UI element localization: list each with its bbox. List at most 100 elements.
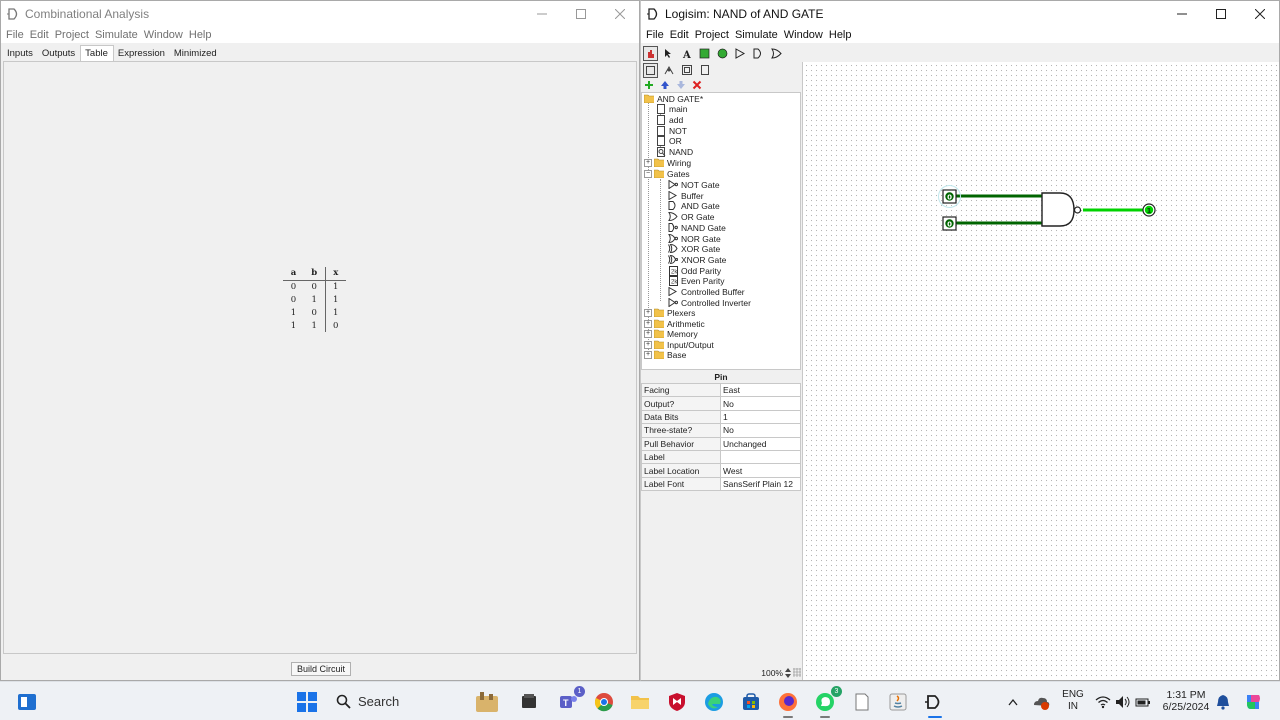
start-icon[interactable] [296,691,318,713]
attr-value[interactable]: Unchanged [720,436,801,451]
attr-value[interactable]: No [720,396,801,411]
volume-icon[interactable] [1114,691,1132,713]
input-language[interactable]: ENG IN [1058,689,1088,713]
search-bar[interactable]: Search [330,688,506,715]
tree-item-circuit[interactable]: add [656,114,683,125]
expand-icon[interactable]: + [644,351,652,359]
poke-tool-icon[interactable] [643,45,658,61]
tree-item-circuit[interactable]: main [656,103,687,114]
attr-value[interactable]: East [720,382,801,398]
tree-item-circuit[interactable]: OR [656,135,682,146]
tree-item-folder[interactable]: Base [654,349,686,360]
menu-edit[interactable]: Edit [668,29,693,41]
battery-icon[interactable] [1134,691,1152,713]
attr-value[interactable]: SansSerif Plain 12 [720,476,801,492]
simulation-tree-icon[interactable] [661,63,676,78]
nand-gate[interactable] [1041,192,1082,227]
expand-icon[interactable]: + [644,341,652,349]
menu-file[interactable]: File [4,29,28,41]
appearance-view-icon[interactable] [679,63,694,78]
build-circuit-button[interactable]: Build Circuit [291,662,351,676]
input-pin-a[interactable]: 0 [942,189,957,204]
firefox-icon[interactable] [777,691,799,718]
menu-window[interactable]: Window [782,29,827,41]
collapse-icon[interactable]: − [644,170,652,178]
close-button[interactable] [600,1,639,27]
menu-edit[interactable]: Edit [28,29,53,41]
maximize-button[interactable] [1201,1,1240,27]
tab-inputs[interactable]: Inputs [3,46,38,61]
attr-value[interactable] [720,449,801,465]
zoom-control[interactable]: 100% [755,666,801,679]
expand-icon[interactable]: + [644,309,652,317]
truth-cell[interactable]: 0 [324,319,346,332]
move-down-icon[interactable] [673,78,688,93]
show-hidden-icons[interactable] [1004,691,1022,713]
store-icon[interactable] [740,691,762,713]
teams-icon[interactable]: T1 [557,686,585,713]
text-tool-icon[interactable]: A [679,46,694,61]
add-circuit-icon[interactable] [641,78,656,93]
minimize-button[interactable] [522,1,561,27]
copilot-icon[interactable] [1242,691,1264,713]
truth-cell[interactable]: 1 [324,293,346,306]
menu-help[interactable]: Help [827,29,856,41]
menu-project[interactable]: Project [53,29,93,41]
tree-item-gate[interactable]: AND Gate [668,200,720,211]
grid-toggle-icon[interactable] [793,668,801,677]
truth-cell[interactable]: 1 [324,280,346,293]
menu-simulate[interactable]: Simulate [733,29,782,41]
tree-item-folder[interactable]: Plexers [654,307,695,318]
notepad-icon[interactable] [851,691,873,713]
edge-icon[interactable] [703,691,725,713]
delete-circuit-icon[interactable] [689,78,704,93]
tab-expression[interactable]: Expression [114,46,170,61]
maximize-button[interactable] [561,1,600,27]
move-up-icon[interactable] [657,78,672,93]
tree-item-gate[interactable]: XNOR Gate [668,254,726,265]
clock[interactable]: 1:31 PM 6/25/2024 [1160,689,1212,713]
chrome-icon[interactable] [593,691,615,713]
file-explorer-icon[interactable] [629,691,651,713]
whatsapp-icon[interactable]: 3 [814,686,842,718]
attr-value[interactable]: West [720,463,801,478]
tree-item-circuit[interactable]: NAND [656,146,693,157]
circuit-canvas[interactable]: 0 0 1 [802,62,1279,680]
output-pin[interactable]: 1 [1142,203,1156,217]
tree-item-gate[interactable]: 2k Even Parity [668,275,724,286]
wifi-icon[interactable] [1094,691,1112,713]
tree-item-wiring[interactable]: Wiring [654,157,691,168]
not-gate-tool-icon[interactable] [733,46,748,61]
title-bar[interactable]: Logisim: NAND of AND GATE [641,1,1279,27]
tree-item-gates[interactable]: Gates [654,168,690,179]
menu-simulate[interactable]: Simulate [93,29,142,41]
input-pin-icon[interactable] [697,46,712,61]
close-button[interactable] [1240,1,1279,27]
tree-item-gate[interactable]: OR Gate [668,211,715,222]
and-gate-tool-icon[interactable] [751,46,766,61]
menu-project[interactable]: Project [693,29,733,41]
attr-value[interactable]: 1 [720,409,801,425]
onedrive-icon[interactable] [1030,691,1052,713]
title-bar[interactable]: Combinational Analysis [1,1,639,27]
attr-value[interactable]: No [720,423,801,438]
tree-item-gate[interactable]: Controlled Buffer [668,286,745,297]
mcafee-icon[interactable] [666,691,688,713]
expand-icon[interactable]: + [644,159,652,167]
menu-file[interactable]: File [644,29,668,41]
java-icon[interactable] [887,691,909,713]
menu-help[interactable]: Help [187,29,216,41]
tree-item-folder[interactable]: Memory [654,328,698,339]
tree-item-gate[interactable]: NAND Gate [668,222,726,233]
task-view-icon[interactable] [16,691,38,713]
output-pin-icon[interactable] [715,46,730,61]
tab-table[interactable]: Table [80,45,114,61]
truth-cell[interactable]: 1 [324,306,346,319]
minimize-button[interactable] [1162,1,1201,27]
layout-view-icon[interactable] [697,63,712,78]
notification-bell-icon[interactable] [1213,691,1233,713]
or-gate-tool-icon[interactable] [769,46,784,61]
logisim-taskbar-icon[interactable] [924,691,946,718]
file-manager-icon[interactable] [518,691,540,713]
select-tool-icon[interactable] [661,46,676,61]
